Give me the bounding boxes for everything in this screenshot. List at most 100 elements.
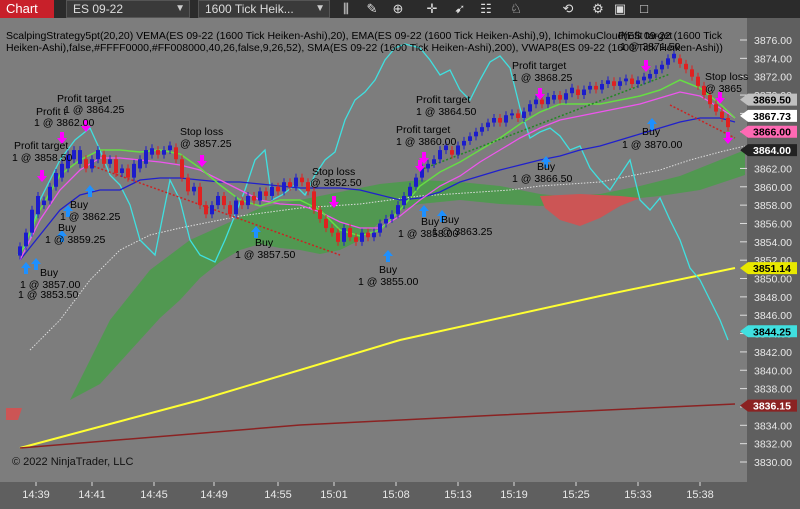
candle-body xyxy=(684,63,688,70)
trade-annotation: 1 @ 3864.25 xyxy=(64,104,124,116)
candle-body xyxy=(180,159,184,178)
trade-annotation: Buy xyxy=(642,126,661,138)
price-marker-label: 3864.00 xyxy=(753,145,791,157)
legend-line-1: ScalpingStrategy5pt(20,20) VEMA(ES 09-22… xyxy=(6,30,723,42)
candle-body xyxy=(96,150,100,160)
vwap-line xyxy=(19,403,736,449)
time-tick-label: 14:55 xyxy=(264,489,292,501)
candle-body xyxy=(564,93,568,100)
candle-body xyxy=(588,85,592,90)
candle-body xyxy=(48,186,52,201)
trade-annotation: Stop loss xyxy=(180,126,223,138)
ichimoku-cloud-red xyxy=(6,408,22,420)
candle-body xyxy=(204,205,208,215)
candle-body xyxy=(18,246,22,256)
candle-body xyxy=(300,177,304,183)
price-tick-label: 3876.00 xyxy=(754,35,792,47)
price-tick-label: 3830.00 xyxy=(754,457,792,469)
trade-annotation: Buy xyxy=(40,267,59,279)
candle-body xyxy=(660,64,664,70)
time-tick-label: 15:38 xyxy=(686,489,714,501)
price-tick-label: 3862.00 xyxy=(754,163,792,175)
candle-body xyxy=(30,209,34,233)
candle-body xyxy=(330,228,334,233)
candle-body xyxy=(366,232,370,238)
trade-annotation: Buy xyxy=(58,222,77,234)
candle-body xyxy=(534,99,538,105)
trade-annotation: @ 3852.50 xyxy=(310,177,362,189)
price-tick-label: 3832.00 xyxy=(754,439,792,451)
candle-body xyxy=(342,228,346,242)
exit-arrow-icon xyxy=(723,132,733,144)
candle-body xyxy=(714,104,718,112)
trade-annotation: @ 3857.25 xyxy=(180,138,232,150)
price-tick-label: 3850.00 xyxy=(754,274,792,286)
trade-annotation: Profit target xyxy=(14,140,68,152)
candle-body xyxy=(288,182,292,187)
price-tick-label: 3860.00 xyxy=(754,182,792,194)
candle-body xyxy=(642,76,646,81)
candle-body xyxy=(528,104,532,112)
copyright-text: © 2022 NinjaTrader, LLC xyxy=(12,456,134,468)
candle-body xyxy=(672,53,676,59)
candle-body xyxy=(384,218,388,224)
trade-annotation: Profit target xyxy=(396,124,450,136)
candle-body xyxy=(480,127,484,132)
candle-body xyxy=(432,159,436,164)
price-marker-label: 3866.00 xyxy=(753,127,791,139)
candle-body xyxy=(510,113,514,116)
candle-body xyxy=(252,195,256,201)
candle-body xyxy=(102,154,106,164)
candle-body xyxy=(216,195,220,206)
candle-body xyxy=(150,148,154,155)
candle-body xyxy=(186,177,190,192)
candle-body xyxy=(246,195,250,206)
buy-arrow-icon xyxy=(383,250,393,262)
candle-body xyxy=(450,150,454,155)
candle-body xyxy=(234,200,238,215)
candle-body xyxy=(570,87,574,94)
time-tick-label: 14:49 xyxy=(200,489,228,501)
time-tick-label: 15:19 xyxy=(500,489,528,501)
price-marker-label: 3851.14 xyxy=(753,263,791,275)
price-tick-label: 3856.00 xyxy=(754,218,792,230)
price-tick-label: 3846.00 xyxy=(754,310,792,322)
candle-body xyxy=(210,205,214,215)
candle-body xyxy=(696,76,700,86)
candle-body xyxy=(174,147,178,160)
price-tick-label: 3834.00 xyxy=(754,420,792,432)
time-tick-label: 14:39 xyxy=(22,489,50,501)
candle-body xyxy=(132,163,136,178)
trade-annotation: 1 @ 3866.50 xyxy=(512,173,572,185)
trade-annotation: 1 @ 3868.25 xyxy=(512,72,572,84)
candle-body xyxy=(90,159,94,169)
exit-arrow-icon xyxy=(197,155,207,167)
candle-body xyxy=(42,200,46,206)
time-tick-label: 15:01 xyxy=(320,489,348,501)
candle-body xyxy=(72,150,76,160)
candle-body xyxy=(630,78,634,85)
price-tick-label: 3854.00 xyxy=(754,237,792,249)
trade-annotation: Buy xyxy=(441,214,460,226)
candle-body xyxy=(690,69,694,77)
price-marker-label: 3844.25 xyxy=(753,326,791,338)
candle-body xyxy=(648,73,652,79)
candle-body xyxy=(540,99,544,105)
candle-body xyxy=(378,223,382,233)
trade-annotation: 1 @ 3870.00 xyxy=(622,139,682,151)
price-tick-label: 3874.00 xyxy=(754,53,792,65)
trade-annotation: 1 @ 3853.50 xyxy=(18,289,78,301)
candle-body xyxy=(516,113,520,118)
price-tick-label: 3842.00 xyxy=(754,347,792,359)
candle-body xyxy=(348,228,352,238)
candle-body xyxy=(606,80,610,85)
candle-body xyxy=(294,177,298,187)
price-chart[interactable]: 3876.003874.003872.003870.003868.003866.… xyxy=(0,0,800,509)
candle-body xyxy=(54,173,58,187)
candle-body xyxy=(390,214,394,219)
price-marker-label: 3869.50 xyxy=(753,95,791,107)
candle-body xyxy=(720,111,724,118)
candle-body xyxy=(654,69,658,74)
trade-annotation: Stop loss xyxy=(705,71,748,83)
ichimoku-cloud-red xyxy=(540,194,640,226)
